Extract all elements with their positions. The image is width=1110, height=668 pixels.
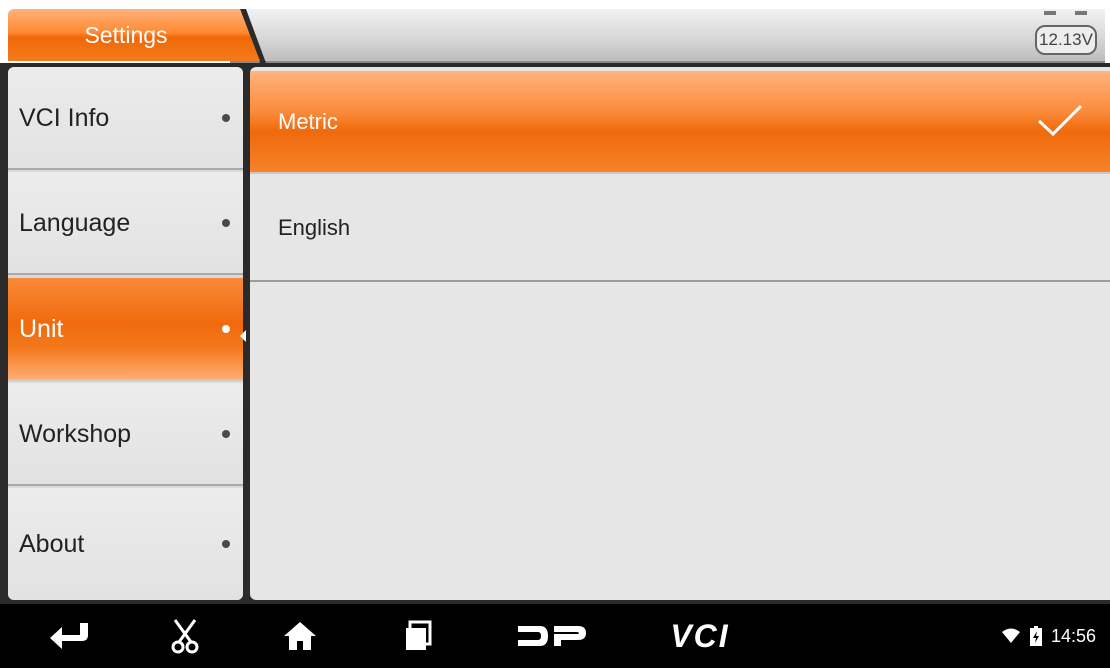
recent-apps-icon[interactable] [398,618,438,654]
bullet-dot-icon [222,430,230,438]
sidebar: VCI Info Language Unit Workshop About [8,67,243,600]
bullet-dot-icon [222,540,230,548]
sidebar-item-unit[interactable]: Unit [8,278,243,381]
bullet-dot-icon [222,219,230,227]
sidebar-item-vci-info[interactable]: VCI Info [8,67,243,170]
vci-label: VCI [670,617,730,654]
sidebar-item-label: Workshop [19,420,132,448]
dp-logo-icon[interactable] [512,618,592,654]
sidebar-item-label: About [19,530,85,558]
home-icon[interactable] [280,618,320,654]
status-time: 14:56 [1050,625,1096,646]
sidebar-item-workshop[interactable]: Workshop [8,383,243,486]
wifi-icon [1001,628,1020,643]
sidebar-item-label: VCI Info [19,104,110,132]
option-english[interactable]: English [250,176,1110,282]
bullet-dot-icon [222,325,230,333]
main-area: VCI Info Language Unit Workshop About Me… [0,63,1110,604]
voltage-indicator: 12.13V [1035,25,1097,55]
unit-options-panel: Metric English [250,67,1110,600]
sidebar-item-language[interactable]: Language [8,172,243,275]
header-bar [230,9,1105,63]
header: Settings 12.13V [0,0,1110,66]
battery-terminal-right [1075,11,1087,15]
option-label: Metric [278,108,338,134]
active-pointer-icon [240,330,246,342]
scissors-icon[interactable] [165,618,205,654]
sidebar-item-about[interactable]: About [8,488,243,600]
status-area: 14:56 [1001,604,1096,668]
sidebar-item-label: Language [19,209,131,237]
checkmark-icon [1037,104,1083,137]
back-icon[interactable] [46,618,94,654]
navigation-bar: VCI 14:56 [0,604,1110,668]
battery-terminal-left [1044,11,1056,15]
battery-charging-icon [1029,626,1042,646]
vci-icon[interactable]: VCI [660,618,740,654]
sidebar-item-label: Unit [19,315,64,343]
page-title: Settings [84,22,168,48]
option-label: English [278,215,351,240]
bullet-dot-icon [222,114,230,122]
option-metric[interactable]: Metric [250,71,1110,174]
